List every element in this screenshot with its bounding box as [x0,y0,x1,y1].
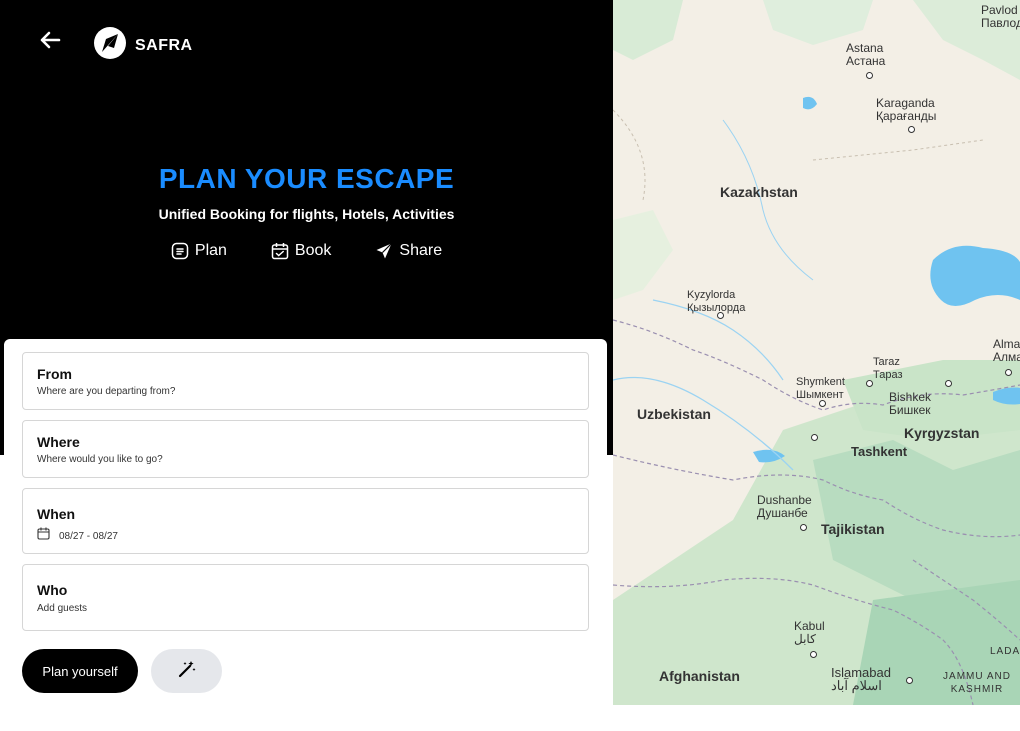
map-country-kazakhstan: Kazakhstan [720,184,798,200]
map-region-ladakh: LADA [990,646,1020,657]
map-city-karaganda: Karaganda Қарағанды [876,96,937,123]
map-country-afghanistan: Afghanistan [659,668,740,684]
map-dot-tashkent [811,434,818,441]
hero-actions: Plan Book Share [0,242,613,260]
back-button[interactable] [36,28,64,56]
map-dot-dushanbe [800,524,807,531]
date-range-value: 08/27 - 08/27 [59,530,118,542]
map-city-tashkent: Tashkent [851,444,908,459]
map-city-dushanbe: Dushanbe Душанбе [757,493,812,520]
map-region-jammu-kashmir: JAMMU AND KASHMIR [943,671,1011,695]
where-label: Where [37,434,80,450]
date-range: 08/27 - 08/27 [37,527,118,545]
map-view[interactable]: Pavlod Павлод Astana Астана Karaganda Қарағ… [613,0,1020,705]
when-field[interactable]: When 08/27 - 08/27 [22,488,589,554]
who-label: Who [37,582,68,598]
map-city-taraz: Taraz Тараз [873,356,903,381]
map-dot-kabul [810,651,817,658]
map-dot-astana [866,72,873,79]
map-city-shymkent: Shymkent Шымкент [796,376,845,401]
brand-logo[interactable]: SAFRA [93,26,193,65]
map-terrain [613,0,1020,705]
plan-yourself-button[interactable]: Plan yourself [22,649,138,693]
calendar-icon [37,527,50,545]
from-placeholder: Where are you departing from? [37,386,176,397]
plan-action-label: Plan [194,242,227,259]
map-dot-shymkent [819,400,826,407]
map-city-kyzylorda: Kyzylorda Қызылорда [687,289,746,314]
search-card: From Where are you departing from? Where… [4,339,607,705]
ai-plan-button[interactable] [151,649,222,693]
map-dot-islamabad [906,677,913,684]
map-dot-taraz [866,380,873,387]
map-dot-almaty [1005,369,1012,376]
map-country-uzbekistan: Uzbekistan [637,406,711,422]
share-action[interactable]: Share [375,242,442,260]
page-headline: PLAN YOUR ESCAPE [158,163,455,194]
map-dot-bishkek [945,380,952,387]
map-dot-karaganda [908,126,915,133]
safra-logo-icon [93,26,127,65]
brand-name: SAFRA [135,36,193,54]
plan-icon [171,242,189,260]
map-city-astana: Astana Астана [846,41,886,68]
app-root: SAFRA PLAN YOUR ESCAPE Unified Booking f… [0,0,1020,731]
arrow-left-icon [39,31,61,54]
plan-action[interactable]: Plan [171,242,227,260]
map-city-pavlodar: Pavlod Павлод [981,3,1020,30]
map-city-almaty: AlmatАлмат [993,337,1020,364]
map-city-islamabad: Islamabad اسلام آباد [831,665,891,693]
map-country-kyrgyzstan: Kyrgyzstan [904,425,980,441]
calendar-check-icon [271,242,289,260]
who-field[interactable]: Who Add guests [22,564,589,631]
send-icon [375,242,393,260]
who-placeholder: Add guests [37,603,88,614]
when-label: When [37,506,76,522]
map-country-tajikistan: Tajikistan [821,521,885,537]
page-subheadline: Unified Booking for flights, Hotels, Act… [158,206,455,222]
from-field[interactable]: From Where are you departing from? [22,352,589,410]
magic-wand-icon [177,659,197,684]
book-action-label: Book [294,242,332,259]
book-action[interactable]: Book [271,242,331,260]
map-dot-kyzylorda [717,312,724,319]
share-action-label: Share [399,242,443,259]
where-field[interactable]: Where Where would you like to go? [22,420,589,478]
map-city-kabul: Kabul کابل [794,619,825,646]
from-label: From [37,366,72,382]
map-city-bishkek: Bishkek Бишкек [889,390,932,417]
where-placeholder: Where would you like to go? [37,454,163,465]
